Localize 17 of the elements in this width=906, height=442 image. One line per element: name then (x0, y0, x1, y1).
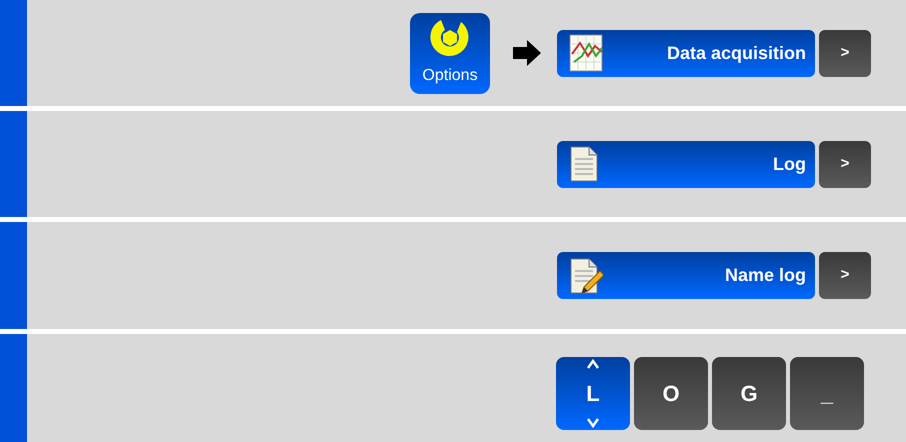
more-button[interactable]: > (819, 252, 871, 299)
down-chevron-icon (587, 418, 599, 428)
options-button[interactable]: Options (410, 12, 490, 94)
document-pencil-icon (569, 256, 603, 294)
arrow-right-icon (513, 40, 541, 66)
character-key[interactable]: O (634, 357, 708, 430)
menu-item-button[interactable]: Name log (557, 252, 815, 299)
more-button[interactable]: > (819, 140, 871, 188)
character-key[interactable]: G (712, 357, 786, 430)
character-key[interactable]: L (556, 357, 630, 430)
menu-item-button[interactable]: Data acquisition (557, 30, 815, 76)
up-chevron-icon (587, 359, 599, 369)
menu-item-button[interactable]: Log (557, 140, 815, 188)
document-icon (569, 145, 599, 183)
character-key[interactable]: _ (790, 357, 864, 430)
more-button[interactable]: > (819, 30, 871, 76)
line-chart-icon (569, 34, 603, 72)
